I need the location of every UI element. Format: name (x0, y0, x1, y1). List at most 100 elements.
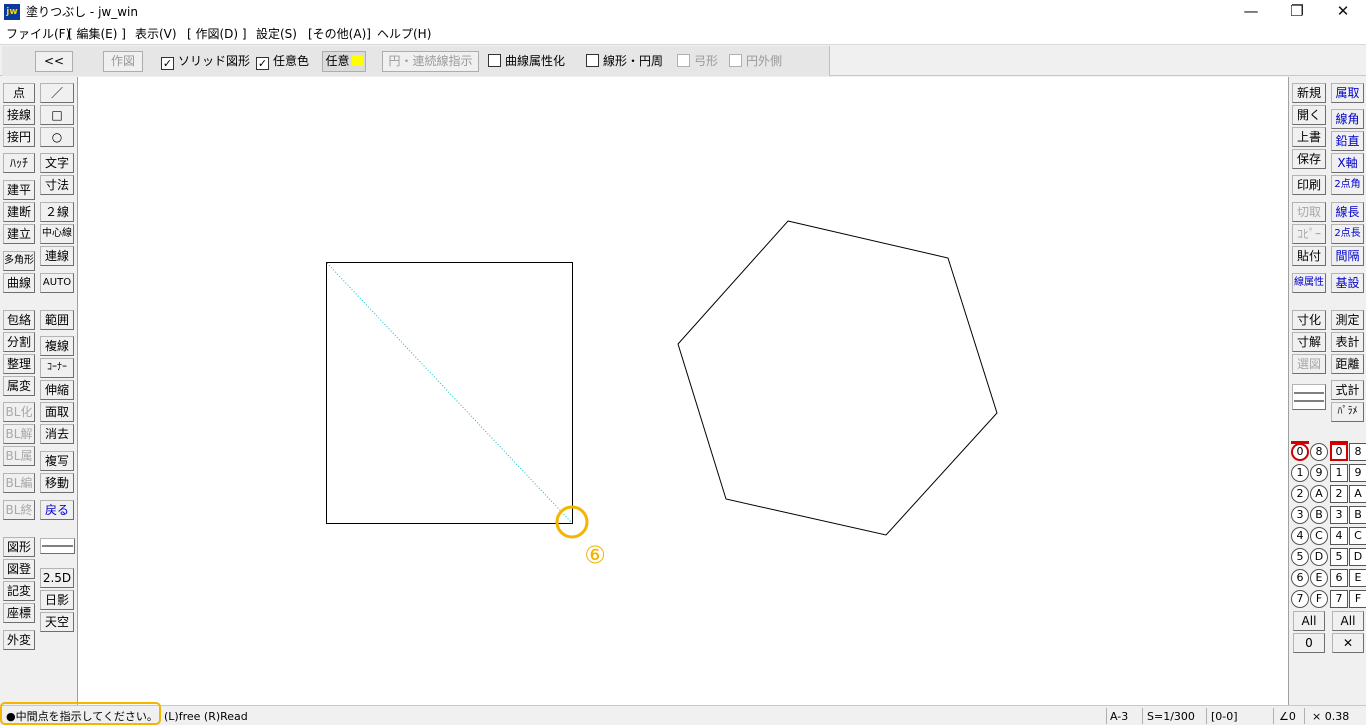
tool-interval-button[interactable]: 間隔 (1331, 246, 1364, 266)
tool-corner-button[interactable]: ｺｰﾅｰ (40, 358, 74, 378)
menu-view[interactable]: 表示(V) (135, 26, 177, 42)
tool-dim-dissolve-button[interactable]: 寸解 (1292, 332, 1326, 352)
restore-icon[interactable]: ❐ (1274, 0, 1320, 24)
layer-group-zero-button[interactable]: 0 (1293, 633, 1325, 653)
layer-right-6-button[interactable]: E (1349, 569, 1366, 587)
tool-arch-section-button[interactable]: 建断 (3, 202, 35, 222)
collapse-button[interactable]: << (35, 51, 73, 72)
tool-distance-button[interactable]: 距離 (1331, 354, 1364, 374)
tool-organize-button[interactable]: 整理 (3, 354, 35, 374)
tool-line-button[interactable]: ／ (40, 83, 74, 103)
tool-circle-button[interactable]: ○ (40, 127, 74, 147)
menu-draw[interactable]: [ 作図(D) ] (187, 26, 247, 42)
close-icon[interactable]: ✕ (1320, 0, 1366, 24)
tool-arch-plan-button[interactable]: 建平 (3, 180, 35, 200)
layer-group-right-6-button[interactable]: E (1310, 569, 1328, 587)
layer-group-right-4-button[interactable]: C (1310, 527, 1328, 545)
tool-copy-line-button[interactable]: 複線 (40, 336, 74, 356)
tool-base-setting-button[interactable]: 基設 (1331, 273, 1364, 293)
menu-file[interactable]: ファイル(F) (6, 26, 70, 42)
tool-overwrite-button[interactable]: 上書 (1292, 127, 1326, 147)
square-shape[interactable] (326, 262, 573, 524)
tool-line-attr-button[interactable]: 線属性 (1292, 273, 1326, 293)
layer-left-0-button[interactable]: 0 (1330, 441, 1348, 461)
line-attr-swatch[interactable] (1292, 384, 1326, 410)
layer-group-right-1-button[interactable]: 9 (1310, 464, 1328, 482)
tool-hatch-button[interactable]: ﾊｯﾁ (3, 153, 35, 173)
layer-group-left-1-button[interactable]: 1 (1291, 464, 1309, 482)
tool-connect-line-button[interactable]: 連線 (40, 246, 74, 266)
outer-circle-checkbox[interactable]: 円外側 (729, 52, 782, 70)
tool-formula-calc-button[interactable]: 式計 (1331, 380, 1364, 400)
tool-bl-end-button[interactable]: BL終 (3, 500, 35, 520)
drawing-canvas[interactable]: ⑥ (78, 77, 1288, 705)
tool-text-button[interactable]: 文字 (40, 153, 74, 173)
layer-right-5-button[interactable]: D (1349, 548, 1366, 566)
tool-external-change-button[interactable]: 外変 (3, 630, 35, 650)
tool-attr-change-button[interactable]: 属変 (3, 376, 35, 396)
layer-group-left-6-button[interactable]: 6 (1291, 569, 1309, 587)
layer-left-4-button[interactable]: 4 (1330, 527, 1348, 545)
layer-all-button[interactable]: All (1332, 611, 1364, 631)
tool-attr-pick-button[interactable]: 属取 (1331, 83, 1364, 103)
solid-shape-checkbox[interactable]: ✓ ソリッド図形 (161, 52, 250, 70)
tool-bl-create-button[interactable]: BL化 (3, 402, 35, 422)
minimize-icon[interactable]: — (1228, 0, 1274, 24)
tool-x-axis-button[interactable]: X軸 (1331, 153, 1364, 173)
custom-color-checkbox[interactable]: ✓ 任意色 (256, 52, 309, 70)
tool-bl-dissolve-button[interactable]: BL解 (3, 424, 35, 444)
tool-shape-register-button[interactable]: 図登 (3, 559, 35, 579)
layer-right-1-button[interactable]: 9 (1349, 464, 1366, 482)
custom-color-button[interactable]: 任意 (322, 51, 366, 72)
tool-bl-attr-button[interactable]: BL属 (3, 446, 35, 466)
layer-group-right-2-button[interactable]: A (1310, 485, 1328, 503)
tool-duplicate-button[interactable]: 複写 (40, 451, 74, 471)
tool-undo-button[interactable]: 戻る (40, 500, 74, 520)
layer-right-7-button[interactable]: F (1349, 590, 1366, 608)
layer-group-left-5-button[interactable]: 5 (1291, 548, 1309, 566)
layer-left-1-button[interactable]: 1 (1330, 464, 1348, 482)
layer-left-2-button[interactable]: 2 (1330, 485, 1348, 503)
tool-move-button[interactable]: 移動 (40, 473, 74, 493)
tool-shape-button[interactable]: 図形 (3, 537, 35, 557)
layer-right-0-button[interactable]: 8 (1349, 443, 1366, 461)
tool-open-button[interactable]: 開く (1292, 105, 1326, 125)
layer-cross-button[interactable]: ✕ (1332, 633, 1364, 653)
circle-continuous-button[interactable]: 円・連続線指示 (382, 51, 479, 72)
layer-group-left-3-button[interactable]: 3 (1291, 506, 1309, 524)
menu-settings[interactable]: 設定(S) (256, 26, 297, 42)
tool-chamfer-button[interactable]: 面取 (40, 402, 74, 422)
layer-left-3-button[interactable]: 3 (1330, 506, 1348, 524)
tool-save-button[interactable]: 保存 (1292, 149, 1326, 169)
tool-print-button[interactable]: 印刷 (1292, 175, 1326, 195)
tool-cut-button[interactable]: 切取 (1292, 202, 1326, 222)
status-angle[interactable]: ∠0 (1279, 710, 1296, 724)
tool-copy-button[interactable]: ｺﾋﾟｰ (1292, 224, 1326, 244)
tool-erase-button[interactable]: 消去 (40, 424, 74, 444)
tool-parameter-button[interactable]: ﾊﾟﾗﾒ (1331, 402, 1364, 422)
layer-left-5-button[interactable]: 5 (1330, 548, 1348, 566)
tool-measure-button[interactable]: 測定 (1331, 310, 1364, 330)
tool-two-point-length-button[interactable]: 2点長 (1331, 224, 1364, 244)
tool-polygon-button[interactable]: 多角形 (3, 251, 35, 271)
hexagon-shape[interactable] (677, 220, 998, 536)
tool-select-shape-button[interactable]: 選図 (1292, 354, 1326, 374)
arc-checkbox[interactable]: 弓形 (677, 52, 718, 70)
layer-right-4-button[interactable]: C (1349, 527, 1366, 545)
tool-2-5d-button[interactable]: 2.5D (40, 568, 74, 588)
tool-paste-button[interactable]: 貼付 (1292, 246, 1326, 266)
tool-stretch-button[interactable]: 伸縮 (40, 380, 74, 400)
tool-curve-button[interactable]: 曲線 (3, 273, 35, 293)
tool-divide-button[interactable]: 分割 (3, 332, 35, 352)
tool-sun-shadow-button[interactable]: 日影 (40, 590, 74, 610)
tool-bl-edit-button[interactable]: BL編 (3, 473, 35, 493)
draw-button[interactable]: 作図 (103, 51, 143, 72)
tool-two-point-angle-button[interactable]: 2点角 (1331, 175, 1364, 195)
layer-group-left-7-button[interactable]: 7 (1291, 590, 1309, 608)
status-paper-size[interactable]: A-3 (1110, 710, 1128, 724)
status-zoom[interactable]: × 0.38 (1312, 710, 1349, 724)
tool-center-line-button[interactable]: 中心線 (40, 224, 74, 244)
tool-sky-button[interactable]: 天空 (40, 612, 74, 632)
status-scale[interactable]: S=1/300 (1147, 710, 1195, 724)
tool-symbol-change-button[interactable]: 記変 (3, 581, 35, 601)
